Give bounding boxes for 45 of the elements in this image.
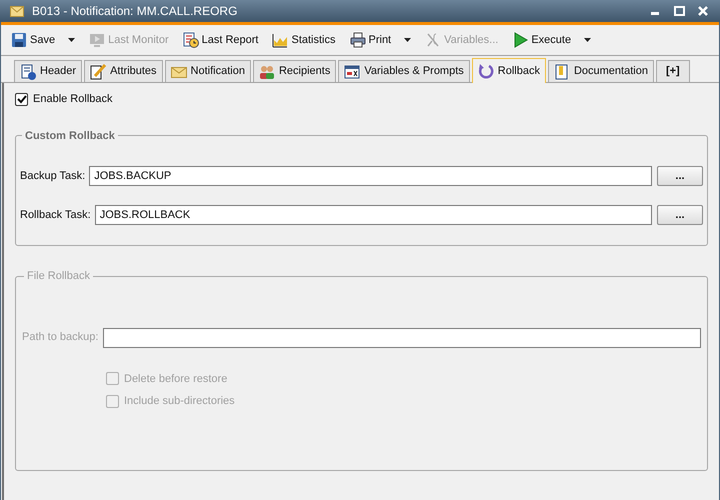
caret-icon xyxy=(584,38,591,42)
checkbox-label: Delete before restore xyxy=(124,372,228,386)
people-icon xyxy=(258,64,275,80)
field-label: Backup Task: xyxy=(20,168,86,184)
envelope-icon xyxy=(10,6,24,16)
group-title: Custom Rollback xyxy=(24,128,116,144)
field-label: Path to backup: xyxy=(22,330,98,346)
tab[interactable]: Rollback xyxy=(472,58,546,83)
toolbar-button[interactable]: Save xyxy=(9,28,58,52)
tab[interactable]: Variables & Prompts xyxy=(338,60,470,82)
toolbar-button[interactable]: Statistics xyxy=(270,28,338,52)
variables-icon xyxy=(425,32,442,48)
text-field[interactable]: JOBS.BACKUP xyxy=(89,166,652,186)
browse-button[interactable]: ... xyxy=(657,205,703,225)
checkbox[interactable] xyxy=(15,92,28,106)
text-field[interactable]: JOBS.ROLLBACK xyxy=(94,205,652,225)
circular-arrow-icon xyxy=(478,63,494,79)
document-info-icon xyxy=(20,64,36,80)
chart-icon xyxy=(272,32,288,48)
tab[interactable]: [+] xyxy=(656,60,690,82)
field-label: Rollback Task: xyxy=(20,208,91,223)
checkbox-label: Enable Rollback xyxy=(33,92,112,107)
tab[interactable]: Documentation xyxy=(548,60,654,82)
close-button[interactable] xyxy=(696,4,710,18)
variables-window-icon xyxy=(344,64,360,80)
tab[interactable]: Attributes xyxy=(84,60,163,82)
pencil-document-icon xyxy=(90,64,106,80)
tab[interactable]: Header xyxy=(14,60,82,82)
tab[interactable]: Recipients xyxy=(252,60,336,82)
browse-button[interactable]: ... xyxy=(657,166,703,186)
toolbar-button[interactable]: Last Report xyxy=(180,28,260,52)
play-icon xyxy=(512,32,528,48)
checkbox-label: Include sub-directories xyxy=(124,394,235,409)
group-title: File Rollback xyxy=(26,269,91,284)
maximize-button[interactable] xyxy=(672,4,686,18)
report-clock-icon xyxy=(182,32,199,48)
tab[interactable]: Notification xyxy=(164,60,251,82)
book-icon xyxy=(554,64,570,80)
caret-icon xyxy=(68,38,75,42)
printer-icon xyxy=(350,32,366,48)
toolbar-button[interactable]: Print xyxy=(348,28,394,52)
window-title: B013 - Notification: MM.CALL.REORG xyxy=(32,3,238,20)
caret-icon xyxy=(404,38,411,42)
monitor-icon xyxy=(89,32,106,48)
toolbar-button[interactable]: Execute xyxy=(510,28,574,52)
